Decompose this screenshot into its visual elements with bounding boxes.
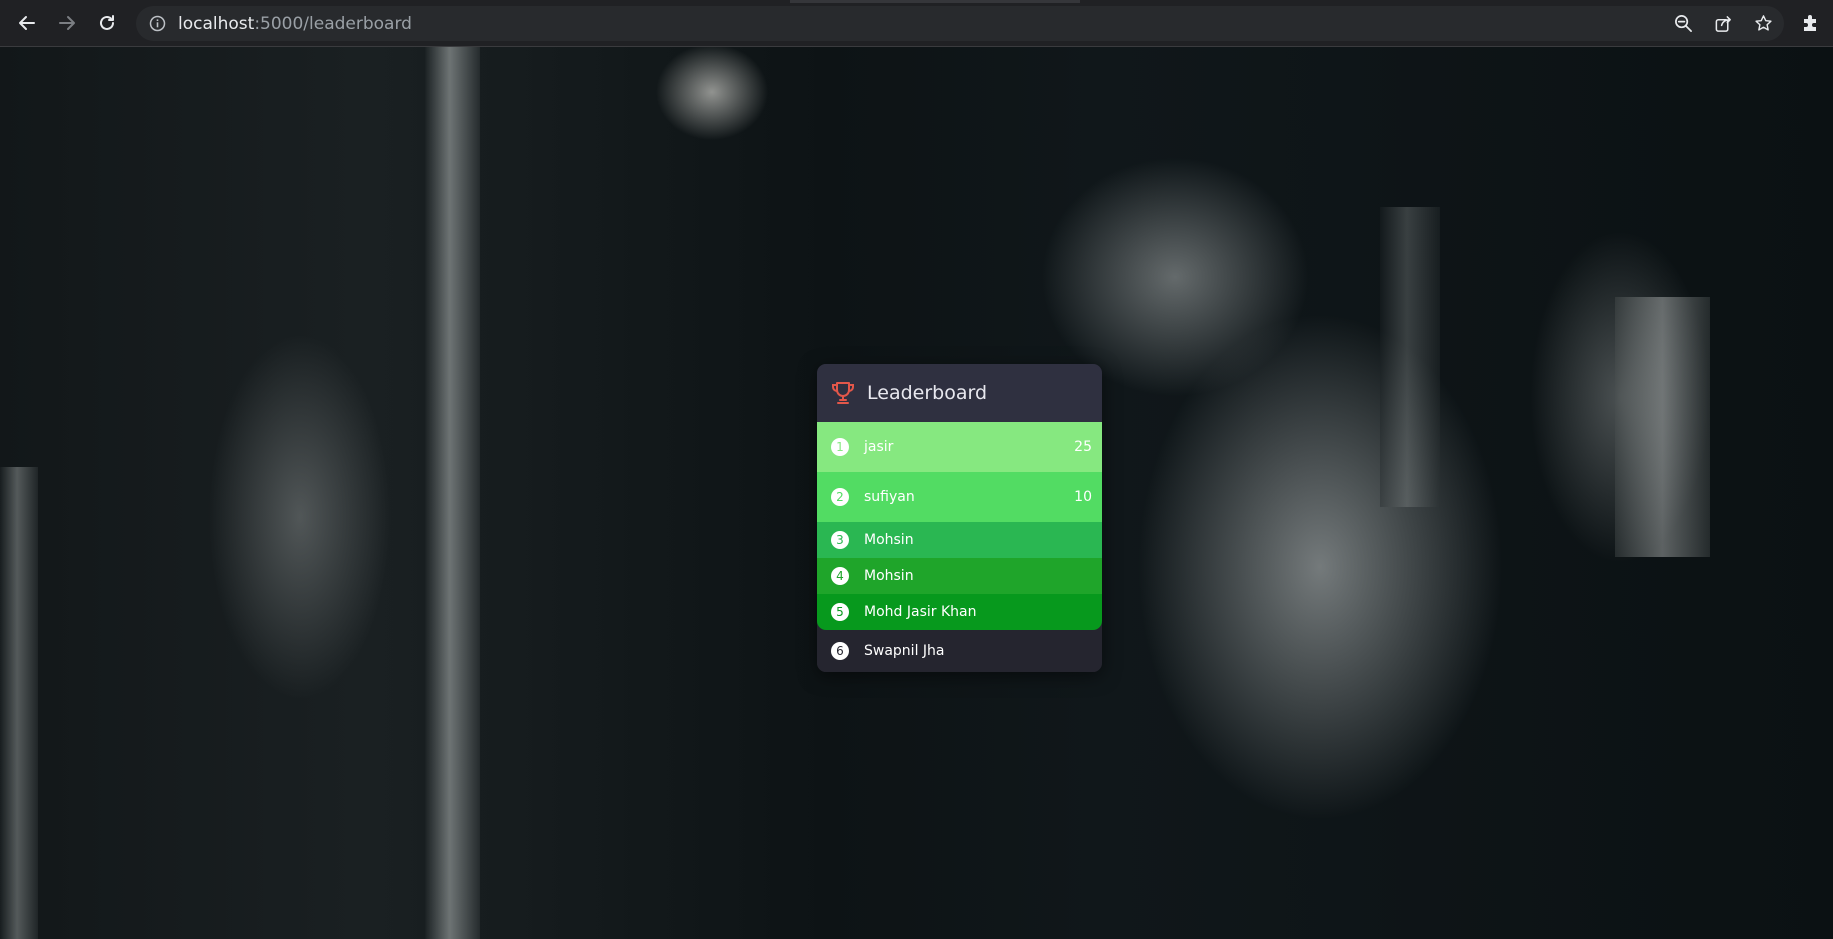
back-button[interactable] [12,8,42,38]
player-name: jasir [864,439,894,455]
reload-icon [100,15,114,30]
browser-toolbar: localhost:5000/leaderboard [0,0,1833,47]
trophy-icon [832,382,854,404]
rank-badge: 5 [831,603,849,621]
background-pillar [425,47,480,939]
forward-button[interactable] [52,8,82,38]
rank-badge: 4 [831,567,849,585]
puzzle-icon[interactable] [1800,12,1822,34]
leaderboard-row: 4 Mohsin [817,558,1102,594]
leaderboard-row: 6 Swapnil Jha [817,630,1102,672]
leaderboard-title: Leaderboard [867,382,988,404]
player-score: 25 [1074,439,1092,455]
zoom-out-icon[interactable] [1672,12,1694,34]
info-icon[interactable] [149,15,166,32]
leaderboard-row: 2 sufiyan 10 [817,472,1102,522]
player-name: sufiyan [864,489,915,505]
background-pillar [0,467,38,939]
star-icon[interactable] [1752,12,1774,34]
leaderboard-row: 5 Mohd Jasir Khan [817,594,1102,630]
tab-strip [790,0,1080,3]
player-name: Mohsin [864,568,914,584]
rank-badge: 2 [831,488,849,506]
address-bar[interactable]: localhost:5000/leaderboard [136,6,1784,41]
url-host: localhost [178,14,255,34]
rank-badge: 1 [831,438,849,456]
player-name: Swapnil Jha [864,643,945,659]
url-path: :5000/leaderboard [254,14,412,34]
leaderboard-row: 1 jasir 25 [817,422,1102,472]
player-name: Mohd Jasir Khan [864,604,977,620]
url-text[interactable]: localhost:5000/leaderboard [178,14,412,34]
leaderboard-row: 3 Mohsin [817,522,1102,558]
rank-badge: 6 [831,642,849,660]
arrow-right-icon [59,16,75,30]
player-score: 10 [1074,489,1092,505]
background-machine [1380,207,1440,507]
reload-button[interactable] [92,8,122,38]
leaderboard-card: Leaderboard 1 jasir 25 2 sufiyan 10 3 Mo… [817,364,1102,672]
rank-badge: 3 [831,531,849,549]
arrow-left-icon [19,16,35,30]
share-icon[interactable] [1712,12,1734,34]
player-name: Mohsin [864,532,914,548]
leaderboard-header: Leaderboard [817,364,1102,422]
background-window [1615,297,1710,557]
